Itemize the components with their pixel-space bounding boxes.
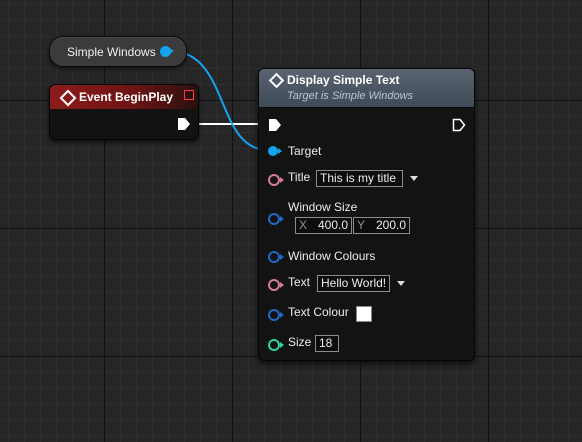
title-pin-arrow <box>280 177 284 183</box>
window-colours-pin[interactable] <box>268 251 280 263</box>
title-pin[interactable] <box>268 174 280 186</box>
window-size-pin-arrow <box>280 216 284 222</box>
function-node-title: Display Simple Text <box>287 73 400 87</box>
simple-windows-variable-node[interactable]: Simple Windows <box>49 36 187 67</box>
text-input[interactable]: Hello World! <box>317 275 390 292</box>
window-size-label: Window Size <box>288 200 358 214</box>
x-axis-label: X <box>299 218 308 232</box>
x-value: 400.0 <box>317 218 348 232</box>
event-node-title: Event BeginPlay <box>79 90 174 104</box>
function-icon <box>268 72 285 89</box>
variable-output-pin-arrow <box>169 48 174 54</box>
text-colour-label: Text Colour <box>288 305 349 319</box>
size-label: Size <box>288 335 312 349</box>
text-dropdown-icon[interactable] <box>397 281 405 286</box>
target-label: Target <box>288 144 322 158</box>
window-colours-pin-arrow <box>280 254 284 260</box>
target-pin[interactable] <box>268 146 278 156</box>
window-colours-label: Window Colours <box>288 249 376 263</box>
text-pin-arrow <box>280 282 284 288</box>
delegate-output-pin[interactable] <box>184 90 194 100</box>
text-pin[interactable] <box>268 279 280 291</box>
size-pin-arrow <box>280 342 284 348</box>
text-colour-pin-arrow <box>280 312 284 318</box>
y-value: 200.0 <box>375 218 406 232</box>
size-input[interactable]: 18 <box>315 335 339 352</box>
window-size-pin[interactable] <box>268 213 280 225</box>
function-node-subtitle: Target is Simple Windows <box>287 90 414 102</box>
event-icon <box>59 89 77 107</box>
title-input[interactable]: This is my title <box>316 170 403 187</box>
y-axis-label: Y <box>357 218 366 232</box>
size-pin[interactable] <box>268 339 280 351</box>
event-beginplay-node[interactable]: Event BeginPlay <box>49 84 199 140</box>
event-node-header: Event BeginPlay <box>50 85 198 109</box>
target-pin-arrow <box>278 148 282 154</box>
exec-input-pin[interactable] <box>268 118 282 132</box>
text-label: Text <box>288 275 311 289</box>
event-exec-output-pin[interactable] <box>177 117 191 131</box>
window-size-y-input[interactable]: Y 200.0 <box>353 217 410 234</box>
title-label: Title <box>288 170 311 184</box>
text-colour-swatch[interactable] <box>356 306 372 322</box>
exec-output-pin[interactable] <box>452 118 466 132</box>
text-colour-pin[interactable] <box>268 309 280 321</box>
title-dropdown-icon[interactable] <box>410 176 418 181</box>
function-node-header: Display Simple Text Target is Simple Win… <box>259 69 474 108</box>
window-size-x-input[interactable]: X 400.0 <box>295 217 352 234</box>
display-simple-text-node[interactable]: Display Simple Text Target is Simple Win… <box>258 68 475 361</box>
variable-node-label: Simple Windows <box>67 45 156 59</box>
